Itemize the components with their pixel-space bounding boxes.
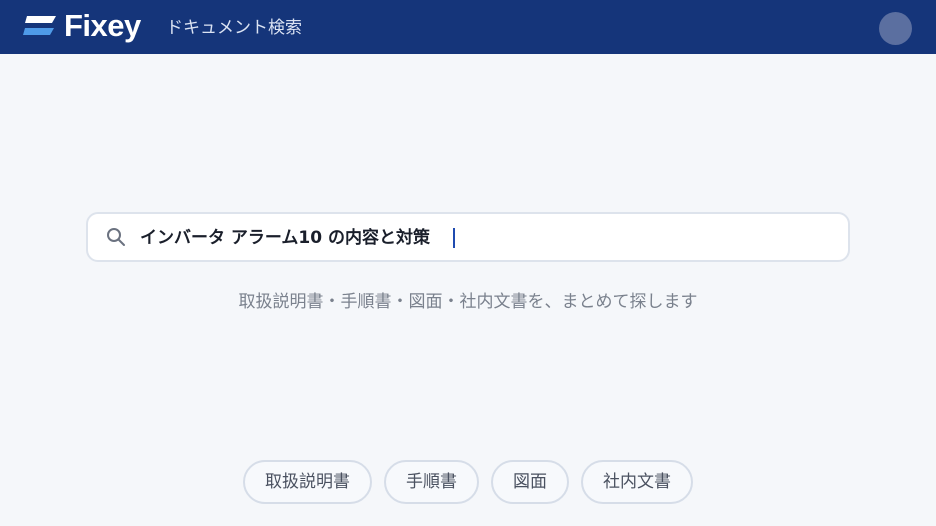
app-subtitle: ドキュメント検索 (166, 18, 302, 38)
app-header: Fixey ドキュメント検索 (0, 0, 936, 54)
search-input[interactable]: インバータ アラーム10 の内容と対策 (86, 212, 850, 262)
chip-internal-docs[interactable]: 社内文書 (581, 460, 693, 504)
fixey-logo-icon[interactable] (23, 13, 57, 39)
chip-procedures[interactable]: 手順書 (384, 460, 479, 504)
text-caret (453, 228, 455, 248)
search-query-text[interactable]: インバータ アラーム10 の内容と対策 (140, 226, 430, 250)
category-chips: 取扱説明書 手順書 図面 社内文書 (0, 460, 936, 504)
app-logo-text[interactable]: Fixey (64, 7, 141, 45)
chip-drawings[interactable]: 図面 (491, 460, 569, 504)
user-avatar[interactable] (879, 12, 912, 45)
chip-manuals[interactable]: 取扱説明書 (243, 460, 372, 504)
search-icon (107, 228, 125, 246)
search-tagline: 取扱説明書・手順書・図面・社内文書を、まとめて探します (238, 292, 698, 312)
